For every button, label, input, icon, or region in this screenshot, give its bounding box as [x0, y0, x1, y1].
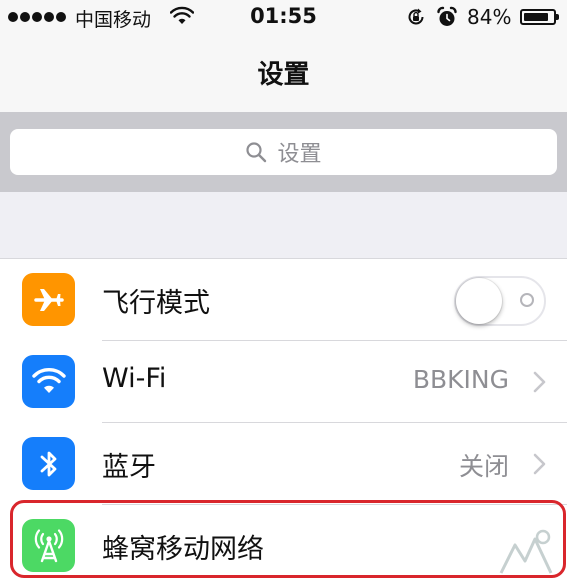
battery-fill	[524, 13, 548, 21]
bluetooth-status: 关闭	[458, 452, 509, 481]
watermark-icon	[499, 529, 553, 574]
settings-list: 飞行模式 Wi-Fi BBKING 蓝牙 关闭 蜂窝移动网络	[0, 258, 567, 583]
alarm-icon	[437, 6, 457, 26]
bluetooth-icon	[22, 437, 75, 490]
chevron-right-icon	[533, 371, 546, 393]
settings-row-label: Wi-Fi	[102, 363, 167, 394]
airplane-icon	[22, 273, 75, 326]
section-gap	[0, 192, 567, 258]
cellular-antenna-icon	[22, 519, 75, 572]
settings-row-label: 蜂窝移动网络	[102, 534, 264, 565]
battery-percent: 84%	[467, 5, 512, 29]
status-bar: 中国移动 01:55 84%	[0, 0, 567, 34]
battery-icon	[520, 9, 559, 25]
wifi-icon	[22, 355, 75, 408]
settings-row-label: 飞行模式	[102, 288, 210, 319]
toggle-knob	[456, 278, 502, 324]
search-icon	[246, 142, 267, 163]
settings-row-cellular[interactable]: 蜂窝移动网络	[0, 505, 567, 583]
settings-row-bluetooth[interactable]: 蓝牙 关闭	[0, 423, 567, 505]
airplane-mode-toggle[interactable]	[454, 276, 546, 326]
iphone-settings-screen: 中国移动 01:55 84% 设置 设置 飞行模式 Wi-Fi BBKING 蓝…	[0, 0, 567, 583]
orientation-lock-icon	[408, 8, 424, 25]
chevron-right-icon	[533, 453, 546, 475]
header-area: 中国移动 01:55 84% 设置	[0, 0, 567, 112]
search-bar-container: 设置	[0, 112, 567, 192]
search-input[interactable]: 设置	[10, 129, 557, 175]
settings-row-wifi[interactable]: Wi-Fi BBKING	[0, 341, 567, 423]
settings-row-airplane-mode[interactable]: 飞行模式	[0, 259, 567, 341]
settings-row-label: 蓝牙	[102, 452, 156, 483]
page-title: 设置	[257, 60, 310, 90]
wifi-network-name: BBKING	[412, 365, 509, 394]
toggle-off-indicator	[520, 293, 534, 307]
search-placeholder: 设置	[277, 142, 322, 167]
